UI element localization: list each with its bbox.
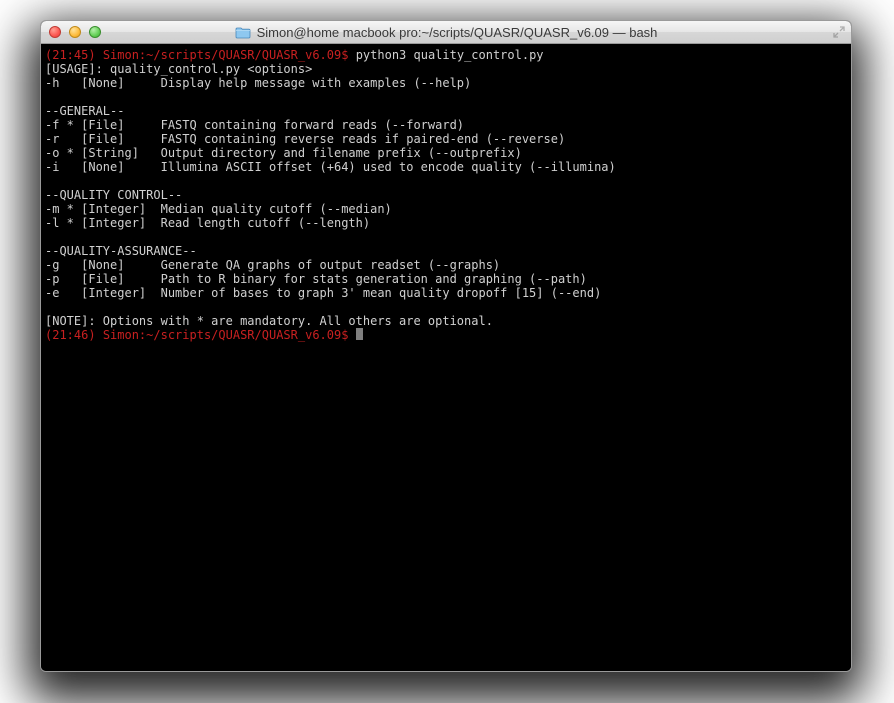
section-general: --GENERAL--: [45, 104, 847, 118]
command-text: python3 quality_control.py: [348, 48, 543, 62]
prompt-line-1: (21:45) Simon:~/scripts/QUASR/QUASR_v6.0…: [45, 48, 847, 62]
opt-i: -i [None] Illumina ASCII offset (+64) us…: [45, 160, 847, 174]
prompt-line-2: (21:46) Simon:~/scripts/QUASR/QUASR_v6.0…: [45, 328, 847, 342]
section-qa: --QUALITY-ASSURANCE--: [45, 244, 847, 258]
cursor: [356, 328, 363, 340]
prompt-time: (21:46): [45, 328, 96, 342]
usage-line: [USAGE]: quality_control.py <options>: [45, 62, 847, 76]
opt-h: -h [None] Display help message with exam…: [45, 76, 847, 90]
blank: [45, 90, 847, 104]
note-line: [NOTE]: Options with * are mandatory. Al…: [45, 314, 847, 328]
blank: [45, 300, 847, 314]
opt-m: -m * [Integer] Median quality cutoff (--…: [45, 202, 847, 216]
blank: [45, 174, 847, 188]
opt-f: -f * [File] FASTQ containing forward rea…: [45, 118, 847, 132]
terminal-window: Simon@home macbook pro:~/scripts/QUASR/Q…: [40, 20, 852, 672]
opt-p: -p [File] Path to R binary for stats gen…: [45, 272, 847, 286]
traffic-lights: [41, 26, 101, 38]
section-qc: --QUALITY CONTROL--: [45, 188, 847, 202]
prompt-dollar: $: [341, 328, 348, 342]
fullscreen-icon[interactable]: [832, 25, 846, 39]
opt-r: -r [File] FASTQ containing reverse reads…: [45, 132, 847, 146]
blank: [45, 230, 847, 244]
opt-g: -g [None] Generate QA graphs of output r…: [45, 258, 847, 272]
close-button[interactable]: [49, 26, 61, 38]
folder-icon: [235, 26, 251, 39]
terminal-body[interactable]: (21:45) Simon:~/scripts/QUASR/QUASR_v6.0…: [41, 44, 851, 671]
window-title: Simon@home macbook pro:~/scripts/QUASR/Q…: [257, 25, 658, 40]
prompt-path: Simon:~/scripts/QUASR/QUASR_v6.09: [103, 48, 341, 62]
minimize-button[interactable]: [69, 26, 81, 38]
zoom-button[interactable]: [89, 26, 101, 38]
opt-e: -e [Integer] Number of bases to graph 3'…: [45, 286, 847, 300]
opt-l: -l * [Integer] Read length cutoff (--len…: [45, 216, 847, 230]
titlebar: Simon@home macbook pro:~/scripts/QUASR/Q…: [41, 21, 851, 44]
prompt-time: (21:45): [45, 48, 96, 62]
prompt-path: Simon:~/scripts/QUASR/QUASR_v6.09: [103, 328, 341, 342]
opt-o: -o * [String] Output directory and filen…: [45, 146, 847, 160]
